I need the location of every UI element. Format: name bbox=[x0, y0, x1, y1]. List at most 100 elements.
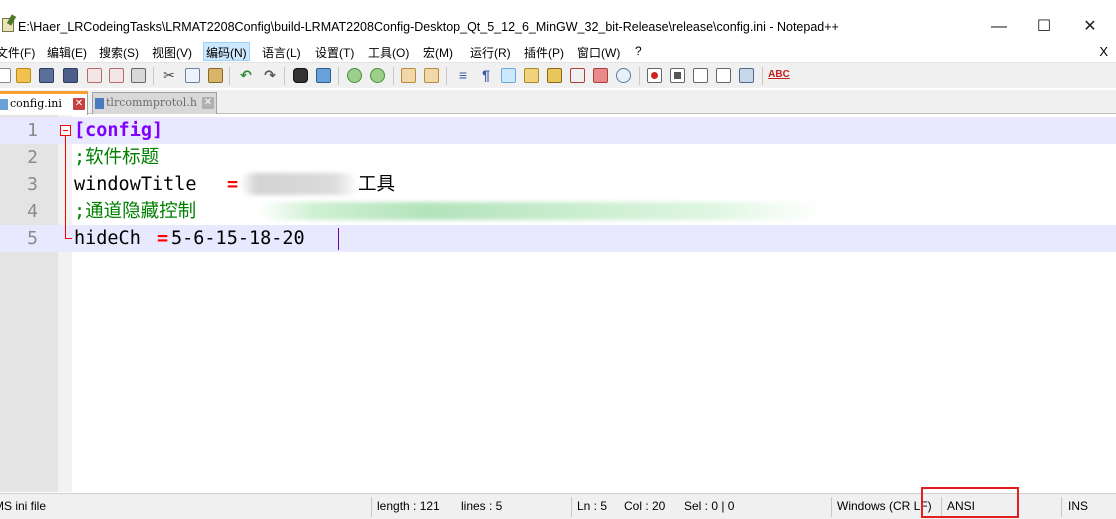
toolbar-separator bbox=[446, 67, 447, 85]
menu-search[interactable]: 搜索(S) bbox=[99, 44, 139, 61]
editor-line-1: 1 [config] bbox=[0, 117, 1116, 144]
editor-line-5: 5 hideCh = 5-6-15-18-20 bbox=[0, 225, 1116, 252]
status-separator bbox=[371, 497, 372, 517]
editor-line-4: 4 ;通道隐藏控制 bbox=[0, 198, 1116, 225]
toolbar-separator bbox=[639, 67, 640, 85]
word-wrap-icon[interactable]: ≡ bbox=[455, 66, 471, 84]
copy-icon[interactable] bbox=[185, 68, 200, 83]
menu-encoding[interactable]: 编码(N) bbox=[203, 42, 250, 61]
close-all-icon[interactable] bbox=[109, 68, 124, 83]
editor-line-2: 2 ;软件标题 bbox=[0, 144, 1116, 171]
window-title: E:\Haer_LRCodeingTasks\LRMAT2208Config\b… bbox=[18, 20, 839, 34]
editor-area[interactable]: 1 [config] 2 ;软件标题 3 windowTitle = 工具 4 … bbox=[0, 115, 1116, 492]
undo-icon[interactable]: ↶ bbox=[238, 66, 254, 84]
menu-file[interactable]: 文件(F) bbox=[0, 44, 35, 61]
status-line-number: Ln : 5 bbox=[577, 499, 608, 513]
menu-view[interactable]: 视图(V) bbox=[152, 44, 192, 61]
title-bar: E:\Haer_LRCodeingTasks\LRMAT2208Config\b… bbox=[0, 0, 1116, 40]
save-macro-icon[interactable] bbox=[739, 68, 754, 83]
zoom-in-icon[interactable] bbox=[347, 68, 362, 83]
redo-icon[interactable]: ↷ bbox=[262, 66, 278, 84]
zoom-out-icon[interactable] bbox=[370, 68, 385, 83]
run-macro-multiple-icon[interactable] bbox=[716, 68, 731, 83]
paste-icon[interactable] bbox=[208, 68, 223, 83]
find-icon[interactable] bbox=[293, 68, 308, 83]
close-icon[interactable] bbox=[87, 68, 102, 83]
status-filetype: MS ini file bbox=[0, 499, 47, 513]
sync-horizontal-icon[interactable] bbox=[424, 68, 439, 83]
menu-settings[interactable]: 设置(T) bbox=[315, 44, 354, 61]
fold-guide bbox=[65, 136, 66, 238]
text-caret bbox=[338, 228, 339, 250]
indent-guide-icon[interactable] bbox=[501, 68, 516, 83]
toolbar-separator bbox=[229, 67, 230, 85]
menu-bar: 文件(F) 编辑(E) 搜索(S) 视图(V) 编码(N) 语言(L) 设置(T… bbox=[0, 42, 1116, 62]
new-file-icon[interactable] bbox=[0, 68, 11, 83]
menu-run[interactable]: 运行(R) bbox=[470, 44, 511, 61]
toolbar-separator bbox=[393, 67, 394, 85]
maximize-button[interactable]: ☐ bbox=[1021, 14, 1067, 40]
menu-tools[interactable]: 工具(O) bbox=[368, 44, 409, 61]
status-separator bbox=[571, 497, 572, 517]
minimize-button[interactable]: — bbox=[976, 14, 1022, 40]
close-document-x[interactable]: X bbox=[1099, 44, 1108, 59]
ini-value: 5-6-15-18-20 bbox=[171, 228, 305, 249]
status-lines: lines : 5 bbox=[461, 499, 503, 513]
menu-macro[interactable]: 宏(M) bbox=[423, 44, 453, 61]
status-selection: Sel : 0 | 0 bbox=[684, 499, 735, 513]
folder-workspace-icon[interactable] bbox=[593, 68, 608, 83]
doc-map-icon[interactable] bbox=[547, 68, 562, 83]
open-file-icon[interactable] bbox=[16, 68, 31, 83]
stop-macro-icon[interactable] bbox=[670, 68, 685, 83]
menu-edit[interactable]: 编辑(E) bbox=[47, 44, 87, 61]
ini-section: [config] bbox=[74, 120, 164, 141]
notepadpp-app-icon bbox=[2, 18, 14, 32]
toolbar-separator bbox=[153, 67, 154, 85]
menu-language[interactable]: 语言(L) bbox=[262, 44, 301, 61]
line-number: 3 bbox=[27, 174, 38, 195]
menu-help[interactable]: ? bbox=[635, 44, 642, 58]
status-eol-format[interactable]: Windows (CR LF) bbox=[837, 499, 932, 513]
status-bar: MS ini file length : 121 lines : 5 Ln : … bbox=[0, 487, 1116, 519]
tab-close-icon[interactable]: ✕ bbox=[202, 97, 214, 109]
ini-comment: ;软件标题 bbox=[74, 147, 160, 168]
ini-key: windowTitle bbox=[74, 174, 197, 195]
print-icon[interactable] bbox=[131, 68, 146, 83]
tab-config-ini[interactable]: config.ini ✕ bbox=[0, 91, 88, 115]
show-all-chars-icon[interactable]: ¶ bbox=[478, 66, 494, 84]
save-all-icon[interactable] bbox=[63, 68, 78, 83]
status-insert-mode[interactable]: INS bbox=[1068, 499, 1088, 513]
fold-guide-end bbox=[65, 238, 72, 239]
line-number: 2 bbox=[27, 147, 38, 168]
encoding-highlight-box bbox=[921, 487, 1019, 518]
monitoring-icon[interactable] bbox=[616, 68, 631, 83]
ini-key: hideCh bbox=[74, 228, 141, 249]
menu-plugins[interactable]: 插件(P) bbox=[524, 44, 564, 61]
play-macro-icon[interactable] bbox=[693, 68, 708, 83]
line-number: 4 bbox=[27, 201, 38, 222]
line-number: 5 bbox=[27, 228, 38, 249]
fold-toggle-icon[interactable] bbox=[60, 125, 71, 136]
file-icon bbox=[0, 99, 8, 110]
ini-value: 工具 bbox=[358, 174, 396, 195]
tab-tlrcommprotol-h[interactable]: tlrcommprotol.h ✕ bbox=[92, 92, 217, 114]
ini-operator: = bbox=[157, 228, 169, 249]
spell-check-icon[interactable]: ABC bbox=[768, 66, 790, 84]
save-icon[interactable] bbox=[39, 68, 54, 83]
sync-vertical-icon[interactable] bbox=[401, 68, 416, 83]
toolbar-separator bbox=[762, 67, 763, 85]
replace-icon[interactable] bbox=[316, 68, 331, 83]
status-length: length : 121 bbox=[377, 499, 440, 513]
line-number: 1 bbox=[27, 120, 38, 141]
cut-icon[interactable]: ✂ bbox=[161, 66, 177, 84]
menu-window[interactable]: 窗口(W) bbox=[577, 44, 620, 61]
record-macro-icon[interactable] bbox=[647, 68, 662, 83]
tab-close-icon[interactable]: ✕ bbox=[73, 98, 85, 110]
status-separator bbox=[831, 497, 832, 517]
udl-icon[interactable] bbox=[524, 68, 539, 83]
toolbar: ✂ ↶ ↷ ≡ ¶ ABC bbox=[0, 62, 1116, 88]
file-icon bbox=[95, 98, 104, 109]
tab-label: tlrcommprotol.h bbox=[106, 96, 197, 109]
function-list-icon[interactable] bbox=[570, 68, 585, 83]
close-window-button[interactable]: ✕ bbox=[1067, 14, 1113, 40]
